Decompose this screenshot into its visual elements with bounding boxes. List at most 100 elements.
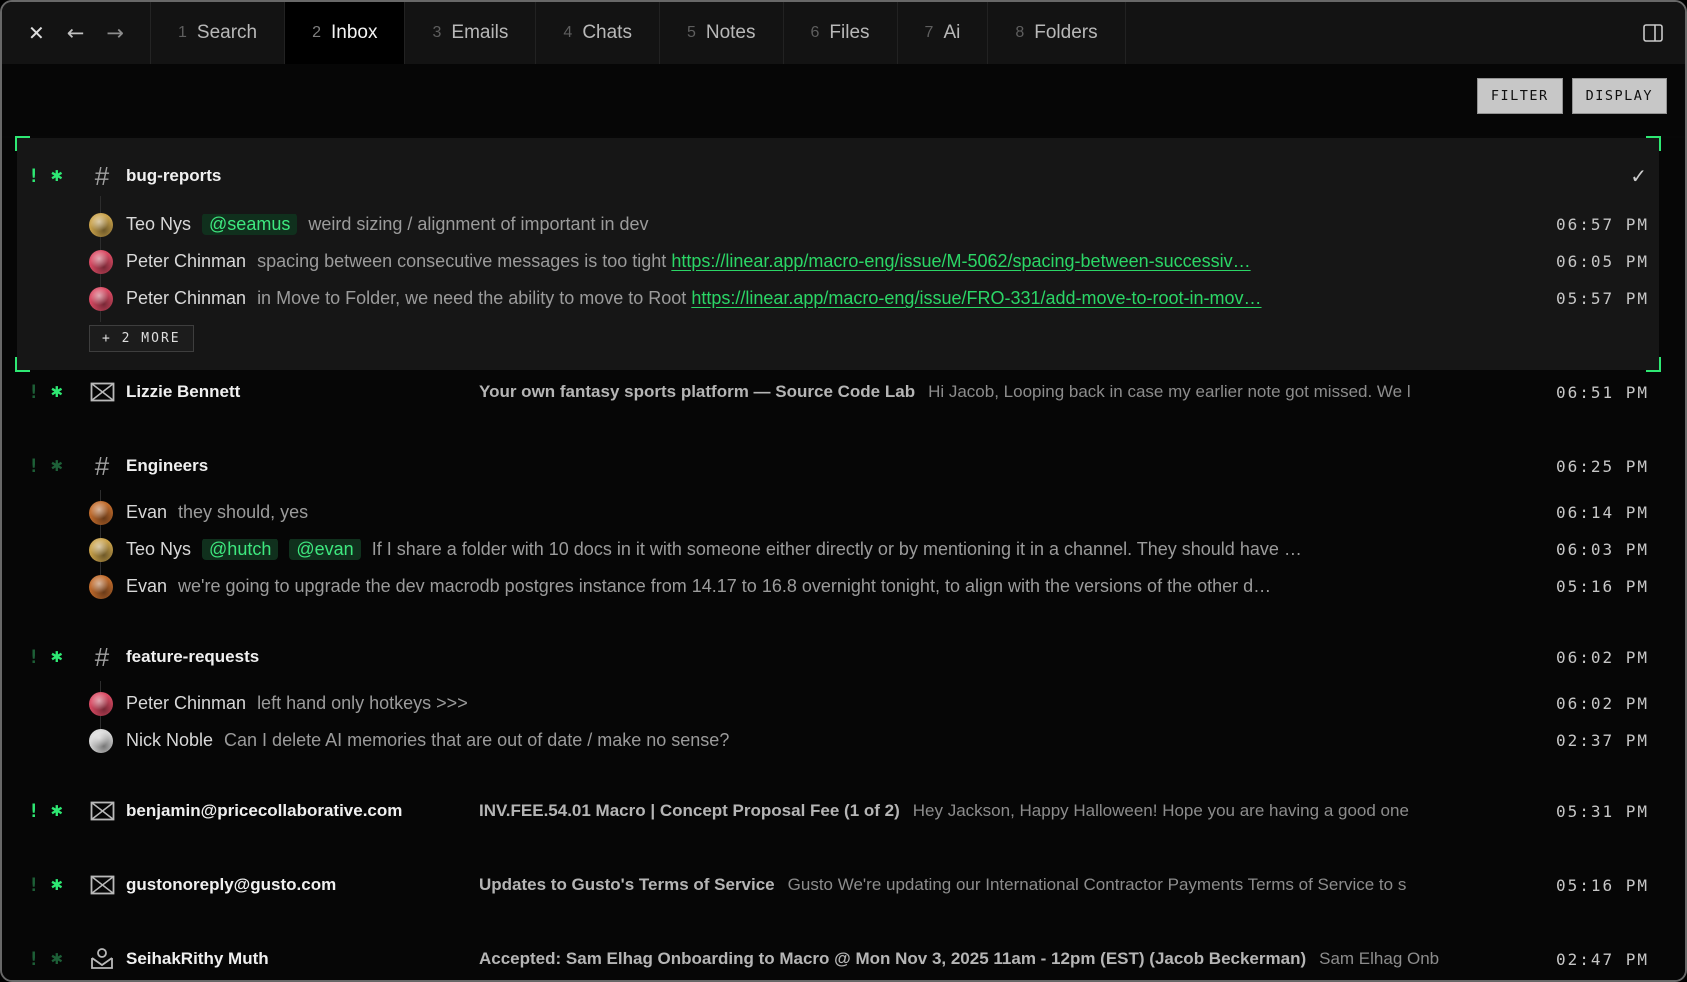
email-preview: Sam Elhag Onb <box>1319 949 1439 969</box>
email-subject: INV.FEE.54.01 Macro | Concept Proposal F… <box>479 801 900 821</box>
channel-message[interactable]: Teo Nys@seamus weird sizing / alignment … <box>17 206 1659 243</box>
tab-number: 3 <box>432 24 441 42</box>
message-sender: Teo Nys <box>126 539 191 560</box>
urgent-indicator-icon[interactable]: ! <box>28 383 39 402</box>
email-preview: Hi Jacob, Looping back in case my earlie… <box>928 382 1411 402</box>
channel-message[interactable]: Nick Noble Can I delete AI memories that … <box>2 722 1685 759</box>
email-summary: Your own fantasy sports platform — Sourc… <box>479 382 1531 402</box>
star-indicator-icon[interactable]: ✱ <box>50 385 63 400</box>
tab-number: 8 <box>1015 24 1024 42</box>
message-text-segment: we're going to upgrade the dev macrodb p… <box>178 576 1271 596</box>
star-indicator-icon[interactable]: ✱ <box>50 650 63 665</box>
inbox-item-gustonoreply-gusto-com[interactable]: !✱gustonoreply@gusto.comUpdates to Gusto… <box>2 863 1685 907</box>
urgent-indicator-icon[interactable]: ! <box>28 950 39 969</box>
channel-message[interactable]: Teo Nys @hutch @evan If I share a folder … <box>2 531 1685 568</box>
inbox-item-feature-requests[interactable]: !✱#feature-requests06:02 PMPeter Chinman… <box>2 635 1685 759</box>
tab-number: 6 <box>811 24 820 42</box>
hash-icon: # <box>95 451 109 482</box>
urgent-indicator-icon[interactable]: ! <box>28 648 39 667</box>
message-sender: Nick Noble <box>126 730 213 751</box>
timestamp: 05:31 PM <box>1545 802 1649 821</box>
timestamp: 05:16 PM <box>1545 577 1649 596</box>
timestamp: 06:03 PM <box>1545 540 1649 559</box>
channel-message[interactable]: Evanthey should, yes 06:14 PM <box>2 494 1685 531</box>
timestamp: 02:47 PM <box>1545 950 1649 969</box>
channel-header[interactable]: !✱#bug-reports✓ <box>17 150 1659 202</box>
timestamp: 02:37 PM <box>1545 731 1649 750</box>
message-link[interactable]: https://linear.app/macro-eng/issue/M-506… <box>671 251 1250 271</box>
timestamp: 06:02 PM <box>1545 648 1649 667</box>
star-indicator-icon[interactable]: ✱ <box>50 878 63 893</box>
channel-message[interactable]: Peter Chinmanin Move to Folder, we need … <box>17 280 1659 317</box>
tab-number: 7 <box>925 24 934 42</box>
display-button[interactable]: DISPLAY <box>1572 78 1667 114</box>
inbox-list: !✱#bug-reports✓Teo Nys@seamus weird sizi… <box>2 138 1685 981</box>
message-sender: Evan <box>126 576 167 597</box>
urgent-indicator-icon[interactable]: ! <box>28 167 39 186</box>
message-text: left hand only hotkeys >>> <box>257 693 1531 714</box>
email-sender: gustonoreply@gusto.com <box>126 875 479 895</box>
sidebar-panel-icon <box>1643 24 1663 42</box>
channel-name: feature-requests <box>126 647 259 667</box>
row-indicators: !✱ <box>28 648 78 667</box>
channel-header[interactable]: !✱#Engineers06:25 PM <box>2 444 1685 488</box>
tab-notes[interactable]: 5Notes <box>660 2 784 64</box>
message-text: Can I delete AI memories that are out of… <box>224 730 1531 751</box>
tab-label: Inbox <box>331 22 377 44</box>
channel-hash-icon: # <box>78 161 126 192</box>
close-icon[interactable]: ✕ <box>28 21 45 45</box>
tab-ai[interactable]: 7 Ai <box>898 2 989 64</box>
message-text: they should, yes <box>178 502 1531 523</box>
sidebar-toggle-button[interactable] <box>1621 2 1685 64</box>
message-text: spacing between consecutive messages is … <box>257 251 1531 272</box>
channel-message[interactable]: Peter Chinmanleft hand only hotkeys >>> … <box>2 685 1685 722</box>
tab-folders[interactable]: 8Folders <box>988 2 1125 64</box>
mention-chip[interactable]: @seamus <box>202 214 297 235</box>
tab-number: 5 <box>687 24 696 42</box>
more-messages-badge[interactable]: + 2 MORE <box>89 325 194 352</box>
inbox-item-seihakrithy-muth[interactable]: !✱SeihakRithy MuthAccepted: Sam Elhag On… <box>2 937 1685 981</box>
inbox-item-engineers[interactable]: !✱#Engineers06:25 PMEvanthey should, yes… <box>2 444 1685 605</box>
list-toolbar: FILTER DISPLAY <box>2 64 1685 136</box>
tab-emails[interactable]: 3Emails <box>405 2 536 64</box>
channel-message[interactable]: Peter Chinmanspacing between consecutive… <box>17 243 1659 280</box>
channel-messages: Evanthey should, yes 06:14 PM Teo Nys @hut… <box>2 494 1685 605</box>
star-indicator-icon[interactable]: ✱ <box>50 459 63 474</box>
message-sender: Peter Chinman <box>126 288 246 309</box>
inbox-item-lizzie-bennett[interactable]: !✱Lizzie BennettYour own fantasy sports … <box>2 370 1685 414</box>
selection-bracket-bl <box>15 357 30 372</box>
channel-header[interactable]: !✱#feature-requests06:02 PM <box>2 635 1685 679</box>
message-text-segment: they should, yes <box>178 502 308 522</box>
message-link[interactable]: https://linear.app/macro-eng/issue/FRO-3… <box>691 288 1261 308</box>
star-indicator-icon[interactable]: ✱ <box>50 169 63 184</box>
message-sender: Teo Nys <box>126 214 191 235</box>
tab-inbox[interactable]: 2Inbox <box>285 2 405 64</box>
tab-label: Ai <box>943 22 960 44</box>
message-text-segment: If I share a folder with 10 docs in it w… <box>372 539 1302 559</box>
inbox-item-benjamin-pricecollaborative-com[interactable]: !✱benjamin@pricecollaborative.comINV.FEE… <box>2 789 1685 833</box>
check-icon[interactable]: ✓ <box>1630 164 1649 188</box>
filter-button[interactable]: FILTER <box>1477 78 1563 114</box>
tab-bar: ✕ ← → 1Search2Inbox3Emails4Chats5Notes6F… <box>2 2 1685 64</box>
tab-label: Chats <box>582 22 632 44</box>
channel-hash-icon: # <box>78 451 126 482</box>
timestamp: 06:57 PM <box>1545 215 1649 234</box>
tab-search[interactable]: 1Search <box>151 2 285 64</box>
urgent-indicator-icon[interactable]: ! <box>28 876 39 895</box>
envelope-icon <box>78 382 126 402</box>
mention-chip[interactable]: @evan <box>289 539 360 560</box>
star-indicator-icon[interactable]: ✱ <box>50 952 63 967</box>
inbox-item-bug-reports[interactable]: !✱#bug-reports✓Teo Nys@seamus weird sizi… <box>17 138 1659 370</box>
urgent-indicator-icon[interactable]: ! <box>28 457 39 476</box>
envelope-icon <box>78 801 126 821</box>
star-indicator-icon[interactable]: ✱ <box>50 804 63 819</box>
back-arrow-icon[interactable]: ← <box>67 21 85 45</box>
channel-message[interactable]: Evan we're going to upgrade the dev macro… <box>2 568 1685 605</box>
timestamp: 06:02 PM <box>1545 694 1649 713</box>
forward-arrow-icon[interactable]: → <box>106 21 124 45</box>
selection-bracket-tl <box>15 136 30 151</box>
tab-files[interactable]: 6Files <box>784 2 898 64</box>
urgent-indicator-icon[interactable]: ! <box>28 802 39 821</box>
mention-chip[interactable]: @hutch <box>202 539 278 560</box>
tab-chats[interactable]: 4Chats <box>536 2 660 64</box>
